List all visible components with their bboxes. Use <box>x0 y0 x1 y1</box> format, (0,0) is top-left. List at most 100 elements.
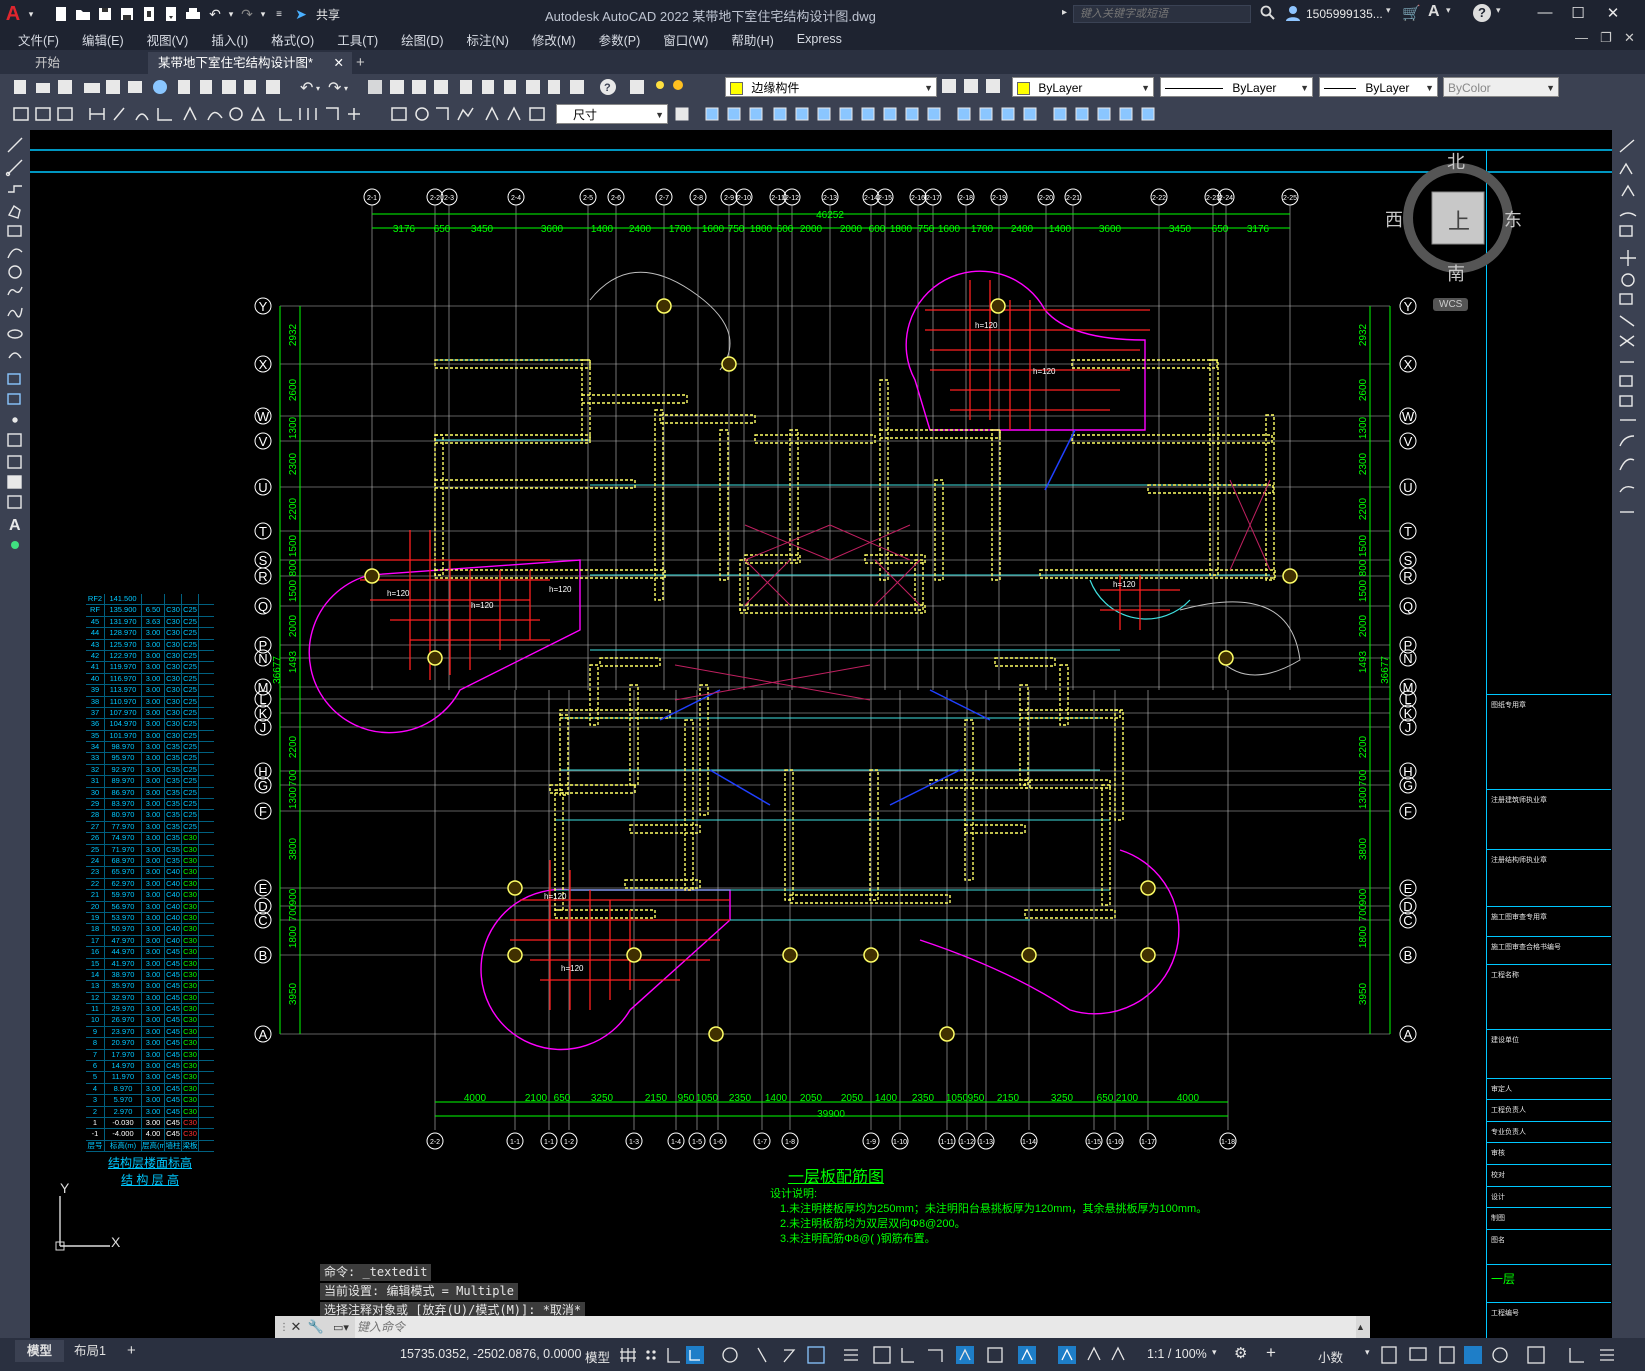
linetype-dropdown[interactable]: ByLayer ▼ <box>1160 77 1313 97</box>
menu-help[interactable]: 帮助(H) <box>719 30 784 49</box>
maximize-button[interactable]: ☐ <box>1565 4 1591 22</box>
menu-insert[interactable]: 插入(I) <box>199 30 259 49</box>
help-dropdown-icon[interactable]: ▾ <box>1496 5 1501 16</box>
dimstyle-dropdown[interactable]: 尺寸 ▼ <box>556 104 668 124</box>
save-icon[interactable] <box>94 3 116 25</box>
gear-icon[interactable]: ⚙ <box>1234 1344 1247 1362</box>
viewcube-north[interactable]: 北 <box>1447 148 1465 174</box>
undo-icon[interactable]: ↶ <box>204 3 226 25</box>
menu-file[interactable]: 文件(F) <box>0 30 70 49</box>
new-tab-button[interactable]: + <box>346 52 375 74</box>
tab-active-drawing[interactable]: 某带地下室住宅结构设计图* ✕ <box>148 52 352 74</box>
cmd-customize-icon[interactable]: 🔧 <box>305 1319 327 1335</box>
add-layout-button[interactable]: + <box>115 1340 148 1362</box>
open-file-icon[interactable] <box>72 3 94 25</box>
floor-table-row: 36 104.970 3.00 C30 C25 <box>86 719 214 731</box>
user-icon[interactable] <box>1284 4 1302 25</box>
standard-toolbar-icons[interactable]: ↶ ▾ ↷ ▾ ? <box>0 74 690 100</box>
menu-view[interactable]: 视图(V) <box>135 30 200 49</box>
lineweight-dropdown[interactable]: ByLayer ▼ <box>1319 77 1438 97</box>
plot-icon[interactable] <box>182 3 204 25</box>
share-button[interactable]: 共享 <box>316 6 340 23</box>
floor-table-cell: C30 <box>182 890 199 901</box>
layer-dropdown[interactable]: 边缘构件 ▼ <box>725 77 937 97</box>
cart-icon[interactable]: 🛒 <box>1402 4 1421 22</box>
user-dropdown-icon[interactable]: ▾ <box>1386 5 1391 16</box>
close-window-button[interactable]: ✕ <box>1600 4 1626 22</box>
autocad-logo-icon[interactable]: A <box>0 3 26 26</box>
customize-qat-icon[interactable]: ≡ <box>268 3 290 25</box>
bottom-axis-label: 1-4 <box>671 1139 681 1146</box>
menu-draw[interactable]: 绘图(D) <box>389 30 454 49</box>
draw-tool-icons[interactable]: A <box>0 130 30 570</box>
viewcube-south[interactable]: 南 <box>1447 260 1465 286</box>
undo-dropdown-icon[interactable]: ▾ <box>226 3 236 25</box>
svg-text:↶: ↶ <box>300 80 313 97</box>
drawing-svg[interactable]: Y YX XW WV VU UT TS SR RQ QP PN NM ML LK KJ JH HG GF FE ED D… <box>30 130 1612 1338</box>
search-icon[interactable] <box>1260 5 1276 24</box>
floor-table-cell: 35 <box>86 730 105 742</box>
menu-modify[interactable]: 修改(M) <box>520 30 587 49</box>
user-name[interactable]: 1505999135... <box>1306 7 1383 21</box>
cursor-coordinates[interactable]: 15735.0352, -2502.0876, 0.0000 <box>400 1347 581 1361</box>
tab-close-icon[interactable]: ✕ <box>334 52 344 74</box>
model-space-toggle[interactable]: 模型 <box>585 1347 610 1366</box>
row-axis-label-left: B <box>259 948 268 963</box>
autodesk-a360-icon[interactable]: A <box>1428 3 1440 21</box>
menu-edit[interactable]: 编辑(E) <box>70 30 135 49</box>
cmd-recent-icon[interactable]: ▭▾ <box>327 1321 355 1334</box>
tab-layout1[interactable]: 布局1 <box>62 1340 118 1362</box>
dimension-toolbar-icons[interactable] <box>0 100 560 130</box>
open-web-icon[interactable] <box>138 3 160 25</box>
save-web-icon[interactable] <box>160 3 182 25</box>
cmd-history-toggle-icon[interactable]: ▲ <box>1356 1322 1370 1332</box>
save-as-icon[interactable] <box>116 3 138 25</box>
menu-dimension[interactable]: 标注(N) <box>455 30 520 49</box>
menu-parametric[interactable]: 参数(P) <box>587 30 652 49</box>
doc-restore-icon[interactable]: ❐ <box>1600 30 1612 46</box>
help-icon[interactable]: ? <box>1473 4 1491 22</box>
annotation-scale[interactable]: 1:1 / 100% <box>1147 1347 1207 1361</box>
menu-window[interactable]: 窗口(W) <box>651 30 719 49</box>
cmd-grip-icon[interactable]: ⋮ <box>279 1322 289 1333</box>
plotstyle-dropdown[interactable]: ByColor ▼ <box>1443 77 1559 97</box>
floor-table-cell: C30 <box>182 855 199 867</box>
redo-icon[interactable]: ↷ <box>236 3 258 25</box>
status-right-icons[interactable] <box>1380 1344 1642 1366</box>
status-toggle-icons[interactable] <box>618 1344 1218 1366</box>
modify-tool-icons[interactable] <box>1612 130 1645 520</box>
minimize-button[interactable]: — <box>1532 4 1558 21</box>
floor-table-cell: -4.000 <box>105 1129 142 1140</box>
menu-express[interactable]: Express <box>785 32 853 46</box>
tab-model[interactable]: 模型 <box>15 1340 65 1362</box>
layer-tools-icons[interactable] <box>940 74 1006 100</box>
units-dropdown-icon[interactable]: ▾ <box>1365 1347 1370 1358</box>
a360-dropdown-icon[interactable]: ▾ <box>1446 5 1451 16</box>
balcony-outline <box>919 849 1180 1015</box>
units-display[interactable]: 小数 <box>1318 1347 1343 1366</box>
viewcube-east[interactable]: 东 <box>1504 206 1522 232</box>
share-icon[interactable]: ➤ <box>290 3 312 25</box>
viewcube-west[interactable]: 西 <box>1385 206 1403 232</box>
color-dropdown[interactable]: ByLayer ▼ <box>1012 77 1154 97</box>
doc-close-icon[interactable]: ✕ <box>1624 30 1635 46</box>
menu-tools[interactable]: 工具(T) <box>325 30 389 49</box>
doc-minimize-icon[interactable]: — <box>1575 30 1588 45</box>
cmd-close-icon[interactable]: ✕ <box>287 1319 305 1335</box>
command-input[interactable] <box>355 1316 1356 1338</box>
app-menu-chevron-icon[interactable]: ▾ <box>26 3 36 25</box>
drawing-area[interactable]: YYXXWWVVUUTTSSRRQQPPNNMMLLKKJJHHGGFFEEDD… <box>30 130 1612 1338</box>
modify-toolbar-icons[interactable] <box>670 100 1160 130</box>
tab-start[interactable]: 开始 <box>25 52 70 74</box>
viewcube-top-face[interactable]: 上 <box>1448 204 1470 236</box>
scale-dropdown-icon[interactable]: ▾ <box>1212 1347 1217 1358</box>
plus-icon[interactable]: + <box>1266 1343 1276 1363</box>
redo-dropdown-icon[interactable]: ▾ <box>258 3 268 25</box>
search-expand-icon[interactable]: ▸ <box>1062 7 1067 18</box>
wcs-menu[interactable]: WCS <box>1433 298 1469 311</box>
search-input[interactable] <box>1073 5 1251 23</box>
viewcube[interactable]: 北 南 西 东 上 WCS <box>1385 140 1522 311</box>
right-dim-text: 2000 <box>1358 614 1369 637</box>
menu-format[interactable]: 格式(O) <box>259 30 325 49</box>
new-file-icon[interactable] <box>50 3 72 25</box>
